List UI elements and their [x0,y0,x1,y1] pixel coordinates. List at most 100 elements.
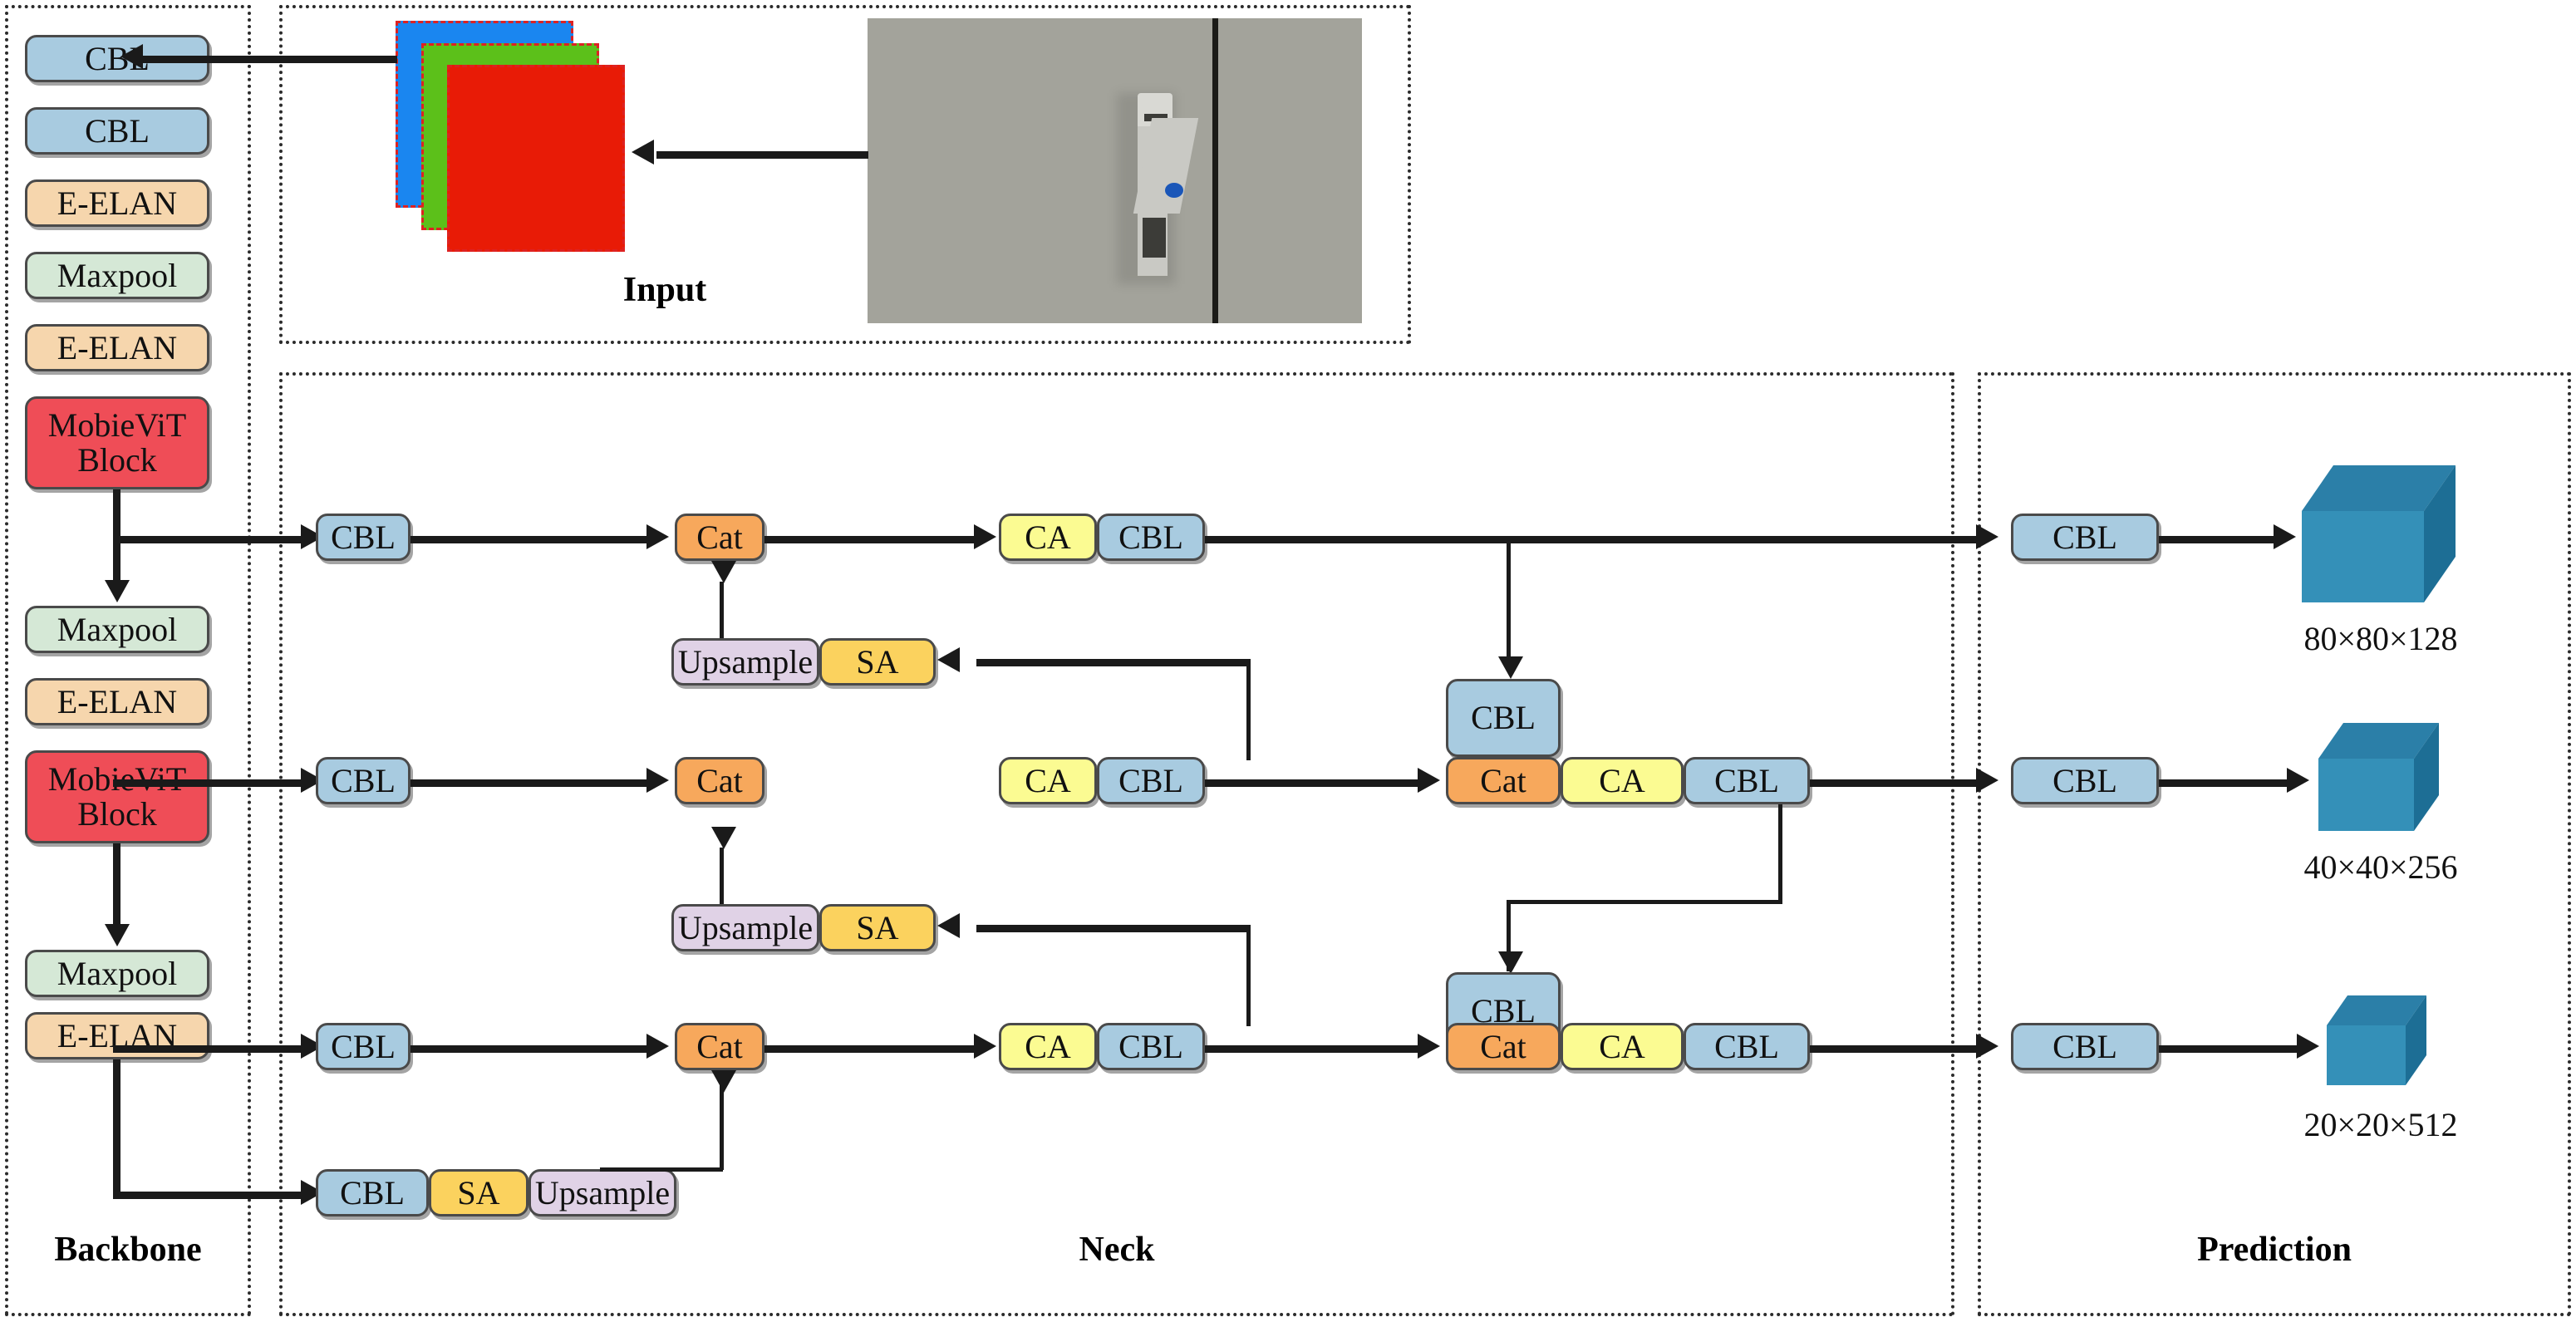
neck-top-out-branch-down [1507,536,1511,661]
neck-low-upsample-joint [600,1167,723,1172]
backbone-block-maxpool-3[interactable]: Maxpool [25,950,209,997]
neck-top-cbl-to-cat-arrow [646,524,669,549]
neck-merge2-cbl2[interactable]: CBL [1684,1023,1810,1070]
backbone-elan4-drop [113,1059,120,1195]
prediction-arrow-2 [2287,768,2309,793]
neck-top-out-branch-arrow [1498,656,1523,679]
neck-upsample-2[interactable]: Upsample [671,904,819,951]
backbone-block-maxpool-2[interactable]: Maxpool [25,606,209,653]
backbone-to-neck-line-bot [113,1045,307,1053]
mobilevit-line-2: Block [77,795,157,833]
neck-merge2-to-pred-line [1810,1045,1979,1053]
neck-upsample2-to-cat-line [720,848,724,904]
backbone-to-neck-line-mid [113,779,307,787]
input-channel-red [447,65,625,252]
neck-merge1-cbl[interactable]: CBL [1446,679,1561,757]
neck-mid-cbl-to-cat-arrow [646,768,669,793]
neck-low-cbl[interactable]: CBL [316,1169,429,1216]
neck-merge1-down-h [1507,900,1782,904]
neck-top-cbl-to-cat-line [410,536,650,543]
prediction-line-3 [2159,1045,2300,1053]
backbone-block-maxpool-1[interactable]: Maxpool [25,252,209,299]
neck-merge2-ca[interactable]: CA [1561,1023,1684,1070]
backbone-block-e-elan-1[interactable]: E-ELAN [25,179,209,227]
neck-upsample2-to-cat-arrow [711,827,736,849]
neck-mid-to-merge1-arrow [1418,768,1440,793]
input-section-label: Input [622,271,707,309]
neck-top-out-main-line [1205,536,1979,543]
input-to-backbone-arrowhead [120,44,143,69]
prediction-cbl-1[interactable]: CBL [2011,514,2159,561]
backbone-block-mobilevit-1[interactable]: MobieViT Block [25,396,209,489]
cube-front-face [2302,511,2424,602]
neck-upsample-1[interactable]: Upsample [671,638,819,686]
backbone-section-label: Backbone [54,1231,202,1269]
neck-bot-cat[interactable]: Cat [675,1023,764,1070]
backbone-link-vit2-to-pool3 [113,843,120,926]
neck-sa-1[interactable]: SA [819,638,936,686]
input-photo [868,18,1362,323]
diagram-canvas: Backbone Neck Prediction Input CBL CBL E… [0,0,2576,1327]
neck-bot-cbl[interactable]: CBL [316,1023,410,1070]
neck-sa1-feed-line [976,659,1251,666]
neck-sa1-feed-arrow [937,647,960,672]
neck-top-cbl2[interactable]: CBL [1097,514,1205,561]
neck-top-cat-to-ca-line [764,536,976,543]
neck-bot-cat-to-ca-line [764,1045,976,1053]
neck-sa-2[interactable]: SA [819,904,936,951]
neck-top-cbl[interactable]: CBL [316,514,410,561]
prediction-line-1 [2159,536,2277,543]
neck-low-sa[interactable]: SA [429,1169,528,1216]
prediction-cube-2 [2318,723,2439,831]
mobilevit-line-1: MobieViT [47,406,187,444]
neck-top-out-to-pred-arrow [1976,524,1998,549]
prediction-cbl-2[interactable]: CBL [2011,757,2159,804]
backbone-block-cbl-2[interactable]: CBL [25,107,209,155]
input-to-backbone-line [143,56,397,63]
neck-sa1-feed-drop [1246,659,1251,760]
backbone-arrow-down-2 [105,924,130,946]
neck-upsample1-to-cat-line [720,582,724,638]
neck-top-cat[interactable]: Cat [675,514,764,561]
prediction-cube-3 [2327,995,2426,1085]
neck-bot-cbl2[interactable]: CBL [1097,1023,1205,1070]
neck-low-upsample-to-cat-arrow [711,1070,736,1093]
neck-sa2-feed-drop [1246,925,1251,1026]
prediction-section-label: Prediction [2197,1231,2352,1269]
photo-handle-slot-bottom [1143,218,1166,258]
neck-mid-cbl2[interactable]: CBL [1097,757,1205,804]
neck-low-upsample-riser [720,1113,724,1170]
backbone-to-neck-line-low [113,1192,307,1199]
photo-blue-dot [1165,183,1183,198]
backbone-block-e-elan-3[interactable]: E-ELAN [25,678,209,725]
backbone-block-mobilevit-2[interactable]: MobieViT Block [25,750,209,843]
prediction-output-1: 80×80×128 [2303,620,2458,657]
neck-merge2-cat[interactable]: Cat [1446,1023,1561,1070]
cube-front-face [2327,1025,2406,1085]
neck-merge1-ca[interactable]: CA [1561,757,1684,804]
neck-merge1-cbl2[interactable]: CBL [1684,757,1810,804]
neck-bot-ca[interactable]: CA [999,1023,1097,1070]
photo-door-seam [1212,18,1218,323]
neck-mid-to-merge1-line [1205,779,1421,787]
neck-top-ca[interactable]: CA [999,514,1097,561]
neck-sa2-feed-line [976,925,1251,932]
prediction-output-2: 40×40×256 [2303,848,2458,886]
backbone-arrow-down-1 [105,580,130,602]
neck-mid-ca[interactable]: CA [999,757,1097,804]
neck-mid-cat[interactable]: Cat [675,757,764,804]
neck-low-upsample[interactable]: Upsample [528,1169,676,1216]
prediction-arrow-3 [2297,1034,2319,1059]
prediction-cube-1 [2302,465,2456,602]
backbone-to-neck-line-top [113,536,307,543]
neck-mid-cbl[interactable]: CBL [316,757,410,804]
prediction-output-3: 20×20×512 [2303,1106,2458,1143]
prediction-line-2 [2159,779,2290,787]
mobilevit-line-2: Block [77,441,157,479]
neck-upsample1-to-cat-arrow [711,561,736,583]
prediction-cbl-3[interactable]: CBL [2011,1023,2159,1070]
neck-merge1-cat[interactable]: Cat [1446,757,1561,804]
neck-bot-to-merge2-line [1205,1045,1421,1053]
photo-to-channels-line [656,151,868,159]
backbone-block-e-elan-2[interactable]: E-ELAN [25,324,209,371]
